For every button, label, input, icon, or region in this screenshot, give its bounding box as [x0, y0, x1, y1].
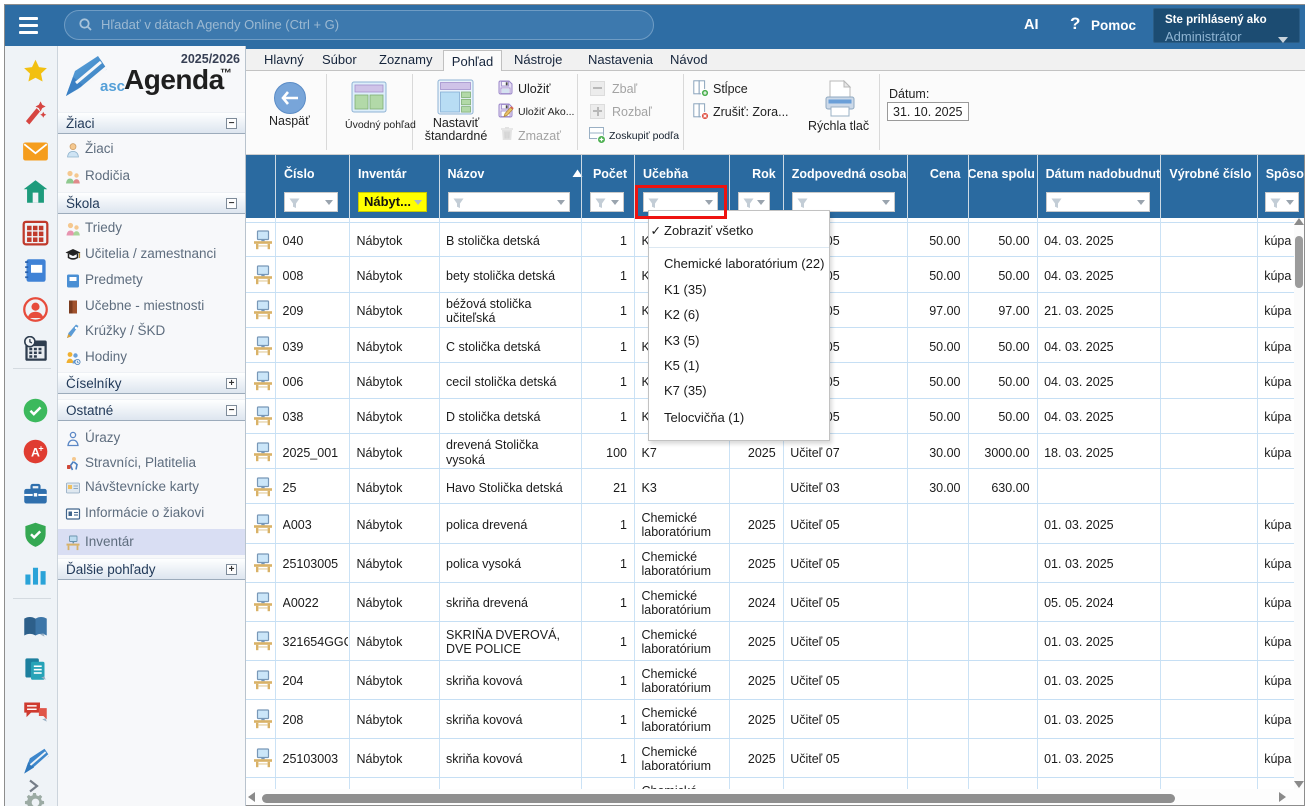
svg-text:+: + — [38, 444, 43, 454]
